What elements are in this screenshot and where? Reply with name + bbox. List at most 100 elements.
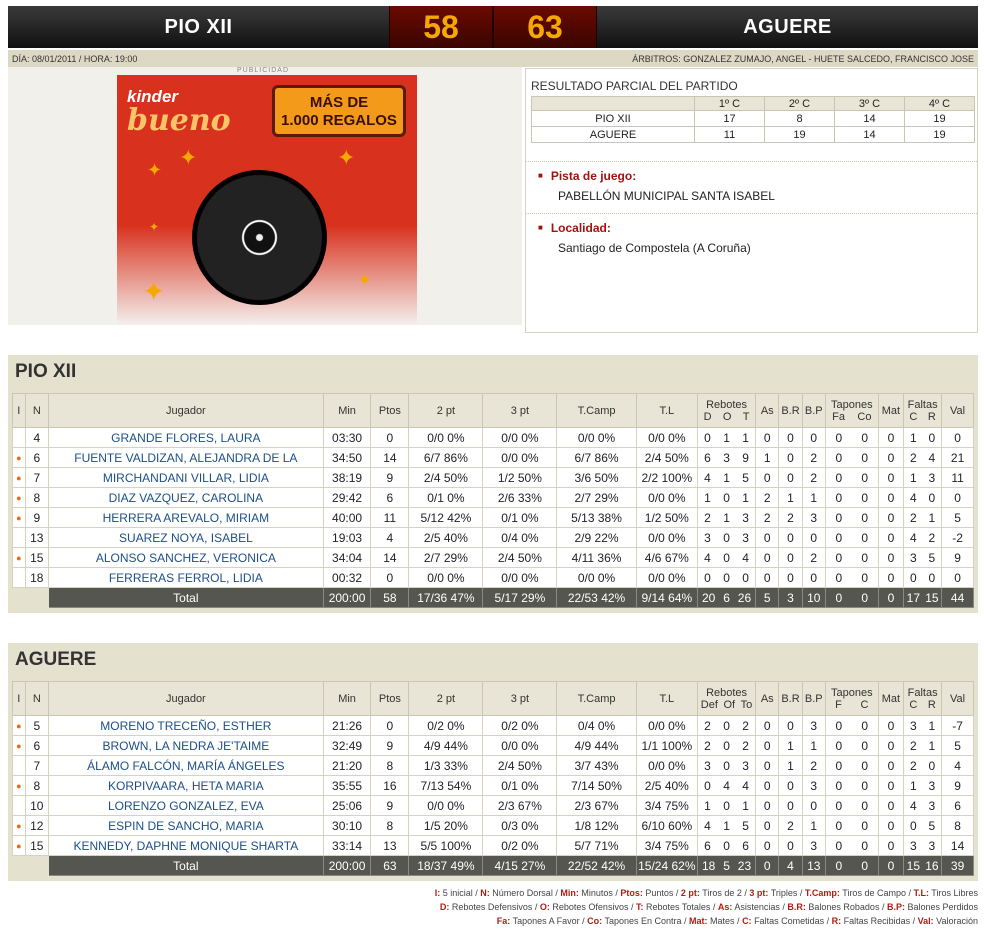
player-name-link[interactable]: MIRCHANDANI VILLAR, LIDIA [47, 467, 324, 488]
legend-desc: Faltas Cometidas / [751, 916, 832, 926]
player-row: ● 5 MORENO TRECEÑO, ESTHER 21:26 0 0/2 0% 0/2 … [12, 715, 974, 736]
stat-as: 0 [755, 815, 780, 836]
starter-dot-icon: ● [12, 547, 26, 568]
stat-min: 21:20 [322, 755, 372, 776]
stat-pts: 0 [370, 567, 410, 588]
starter-dot-icon: ● [12, 775, 26, 796]
stat-blocks: 00 [824, 547, 879, 568]
away-team-name: AGUERE [743, 15, 832, 38]
stat-bp: 2 [801, 547, 826, 568]
player-number: 18 [24, 567, 49, 588]
stat-rebounds: 202 [696, 715, 757, 736]
player-name-link[interactable]: LORENZO GONZALEZ, EVA [47, 795, 324, 816]
stat-fouls: 10 [903, 427, 943, 448]
player-number: 7 [24, 755, 49, 776]
starter-dot-icon [12, 567, 26, 588]
stat-p2: 5/5 100% [408, 835, 484, 856]
stat-rebounds: 011 [696, 427, 757, 448]
stat-br: 0 [778, 775, 803, 796]
stat-tl: 1/2 50% [635, 507, 698, 528]
stat-blocks: 00 [824, 447, 879, 468]
player-number: 12 [24, 815, 49, 836]
stat-min: 38:19 [322, 467, 372, 488]
legend-key: Mat: [689, 916, 708, 926]
player-name-link[interactable]: ÁLAMO FALCÓN, MARÍA ÁNGELES [47, 755, 324, 776]
player-name-link[interactable]: GRANDE FLORES, LAURA [47, 427, 324, 448]
stat-tc: 2/3 67% [556, 795, 637, 816]
player-row: ● 6 FUENTE VALDIZAN, ALEJANDRA DE LA 34:50 1… [12, 447, 974, 468]
stat-mat: 0 [877, 487, 905, 508]
total-min: 200:00 [322, 855, 372, 876]
stat-rebounds: 202 [696, 735, 757, 756]
stat-fouls: 00 [903, 567, 943, 588]
total-val: 44 [941, 587, 974, 608]
player-name-link[interactable]: ALONSO SANCHEZ, VERONICA [47, 547, 324, 568]
match-info-bar: DÍA: 08/01/2011 / HORA: 19:00 ÁRBITROS: … [8, 50, 978, 67]
column-header: B.R [778, 393, 803, 428]
starter-dot-icon [12, 427, 26, 448]
player-name-link[interactable]: MORENO TRECEÑO, ESTHER [47, 715, 324, 736]
starter-dot-icon: ● [12, 835, 26, 856]
total-tl: 15/24 62% [635, 855, 698, 876]
player-name-link[interactable]: FUENTE VALDIZAN, ALEJANDRA DE LA [47, 447, 324, 468]
player-name-link[interactable]: DIAZ VAZQUEZ, CAROLINA [47, 487, 324, 508]
stat-tl: 0/0 0% [635, 715, 698, 736]
ad-banner[interactable]: kinder bueno MÁS DE 1.000 REGALOS ✦ ✦ ✦ … [117, 75, 417, 325]
starter-dot-icon [12, 527, 26, 548]
stat-as: 0 [755, 755, 780, 776]
stat-fouls: 05 [903, 815, 943, 836]
stat-blocks: 00 [824, 775, 879, 796]
player-name-link[interactable]: KENNEDY, DAPHNE MONIQUE SHARTA [47, 835, 324, 856]
stat-min: 19:03 [322, 527, 372, 548]
total-p3: 5/17 29% [482, 587, 558, 608]
column-header: 3 pt [482, 681, 558, 716]
stat-blocks: 00 [824, 715, 879, 736]
player-row: ● 12 ESPIN DE SANCHO, MARIA 30:10 8 1/5 20% 0/… [12, 815, 974, 836]
total-p3: 4/15 27% [482, 855, 558, 876]
stat-blocks: 00 [824, 835, 879, 856]
player-number: 6 [24, 735, 49, 756]
stat-pts: 4 [370, 527, 410, 548]
column-header: T.Camp [556, 393, 637, 428]
player-name-link[interactable]: FERRERAS FERROL, LIDIA [47, 567, 324, 588]
player-name-link[interactable]: KORPIVAARA, HETA MARIA [47, 775, 324, 796]
stat-tc: 4/11 36% [556, 547, 637, 568]
player-row: 18 FERRERAS FERROL, LIDIA 00:32 0 0/0 0% 0/0 … [12, 567, 974, 588]
stat-pts: 16 [370, 775, 410, 796]
player-name-link[interactable]: ESPIN DE SANCHO, MARIA [47, 815, 324, 836]
stat-tl: 3/4 75% [635, 795, 698, 816]
stat-br: 0 [778, 567, 803, 588]
star-icon: ✦ [337, 145, 356, 170]
total-p2: 17/36 47% [408, 587, 484, 608]
total-mat: 0 [877, 587, 905, 608]
player-name-link[interactable]: HERRERA AREVALO, MIRIAM [47, 507, 324, 528]
column-header: N [24, 393, 49, 428]
stat-as: 0 [755, 567, 780, 588]
match-referees: ÁRBITROS: GONZALEZ ZUMAJO, ANGEL - HUETE… [632, 53, 974, 64]
legend-key: T.L: [913, 888, 929, 898]
stat-tl: 2/5 40% [635, 775, 698, 796]
star-icon: ✦ [142, 276, 166, 307]
starter-dot-icon: ● [12, 507, 26, 528]
total-tc: 22/52 42% [556, 855, 637, 876]
locality-block: Localidad: Santiago de Compostela (A Cor… [526, 214, 977, 255]
stat-fouls: 31 [903, 715, 943, 736]
stat-tc: 3/7 43% [556, 755, 637, 776]
legend-desc: Minutos / [578, 888, 621, 898]
stat-mat: 0 [877, 467, 905, 488]
total-row: Total 200:00 63 18/37 49% 4/15 27% 22/52 42% 1… [12, 855, 974, 876]
player-name-link[interactable]: SUAREZ NOYA, ISABEL [47, 527, 324, 548]
player-name-link[interactable]: BROWN, LA NEDRA JE'TAIME [47, 735, 324, 756]
total-tc: 22/53 42% [556, 587, 637, 608]
total-label: Total [47, 587, 324, 608]
legend-desc: Mates / [707, 916, 743, 926]
stat-min: 35:55 [322, 775, 372, 796]
stat-p3: 2/3 67% [482, 795, 558, 816]
legend-line: D: Rebotes Defensivos / O: Rebotes Ofens… [218, 900, 978, 914]
column-header: N [24, 681, 49, 716]
stat-tl: 4/6 67% [635, 547, 698, 568]
star-icon: ✦ [147, 160, 163, 180]
stat-mat: 0 [877, 427, 905, 448]
stat-as: 0 [755, 715, 780, 736]
vinyl-record-icon [192, 170, 327, 305]
